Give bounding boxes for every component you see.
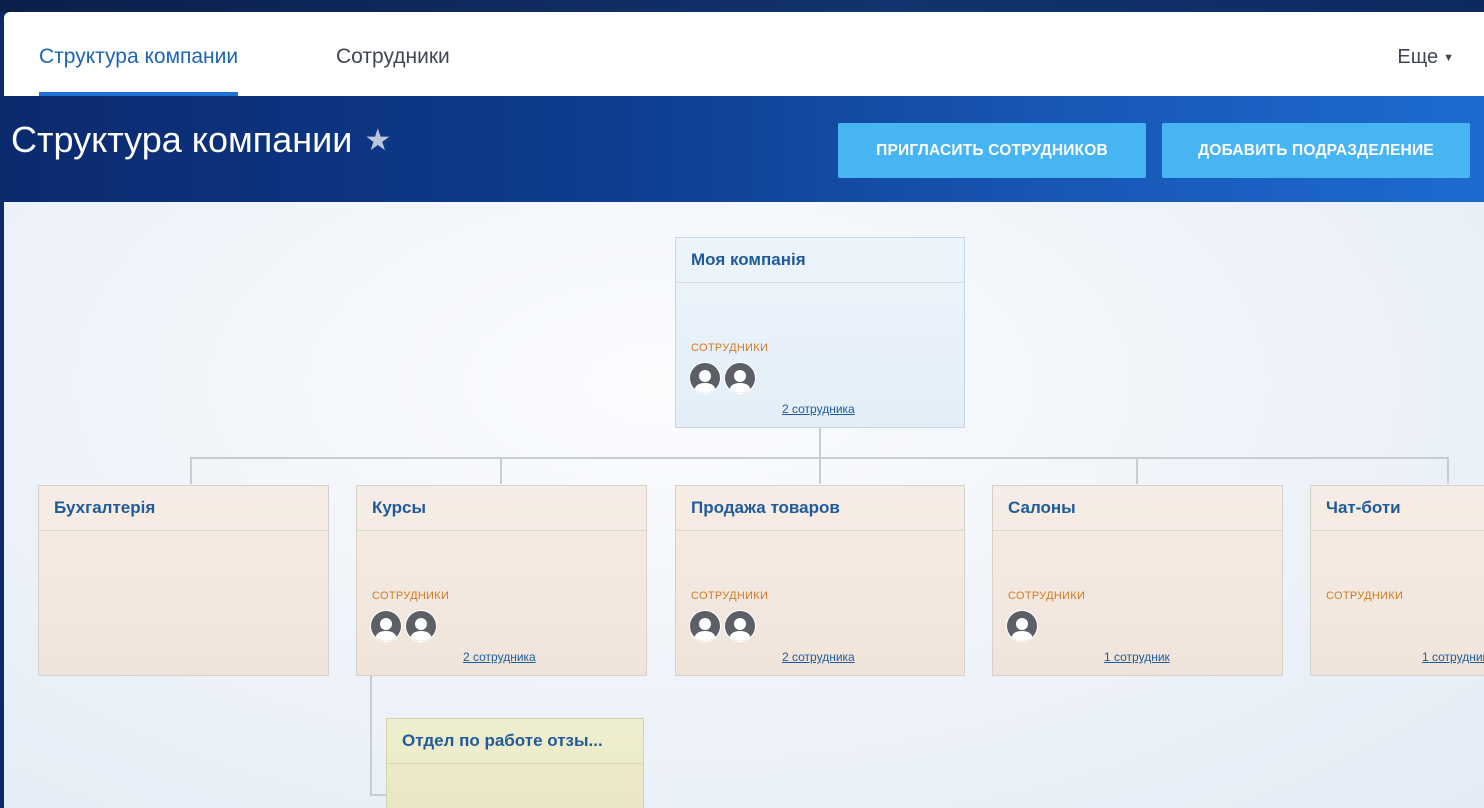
tab-company-structure[interactable]: Структура компании xyxy=(39,12,239,96)
employee-avatars xyxy=(689,610,759,642)
department-card[interactable]: Курсы СОТРУДНИКИ 2 сотрудника xyxy=(356,485,647,676)
more-menu-button[interactable]: Еще ▼ xyxy=(1397,12,1454,96)
department-card-root[interactable]: Моя компанія СОТРУДНИКИ 2 сотрудника xyxy=(675,237,965,428)
user-avatar-icon[interactable] xyxy=(724,610,756,642)
connector-line xyxy=(370,676,372,796)
user-avatar-icon[interactable] xyxy=(689,610,721,642)
top-tabs-bar: Структура компании Сотрудники Еще ▼ xyxy=(4,12,1484,96)
department-title[interactable]: Бухгалтерія xyxy=(39,486,328,531)
invite-employees-button[interactable]: ПРИГЛАСИТЬ СОТРУДНИКОВ xyxy=(838,123,1146,178)
connector-line xyxy=(1136,457,1138,484)
connector-line xyxy=(190,457,192,484)
employee-count-link[interactable]: 2 сотрудника xyxy=(782,402,855,416)
star-icon[interactable]: ★ xyxy=(364,123,391,158)
caret-down-icon: ▼ xyxy=(1443,51,1454,64)
employees-label: СОТРУДНИКИ xyxy=(1008,590,1086,602)
connector-line xyxy=(370,794,386,796)
connector-line xyxy=(819,457,821,484)
employees-label: СОТРУДНИКИ xyxy=(372,590,450,602)
department-card[interactable]: Салоны СОТРУДНИКИ 1 сотрудник xyxy=(992,485,1283,676)
user-avatar-icon[interactable] xyxy=(724,362,756,394)
department-title[interactable]: Курсы xyxy=(357,486,646,531)
connector-line xyxy=(1447,457,1449,484)
employee-count-link[interactable]: 2 сотрудника xyxy=(463,650,536,664)
add-department-button[interactable]: ДОБАВИТЬ ПОДРАЗДЕЛЕНИЕ xyxy=(1162,123,1470,178)
department-title[interactable]: Моя компанія xyxy=(676,238,964,283)
page-title: Структура компании ★ xyxy=(11,119,391,161)
department-card[interactable]: Продажа товаров СОТРУДНИКИ 2 сотрудника xyxy=(675,485,965,676)
user-avatar-icon[interactable] xyxy=(1006,610,1038,642)
department-title[interactable]: Продажа товаров xyxy=(676,486,964,531)
connector-line xyxy=(819,428,821,458)
employees-label: СОТРУДНИКИ xyxy=(1326,590,1404,602)
employee-avatars xyxy=(1006,610,1041,642)
connector-line xyxy=(500,457,502,484)
page-header: Структура компании ★ ПРИГЛАСИТЬ СОТРУДНИ… xyxy=(0,96,1484,202)
employee-count-link[interactable]: 1 сотрудник xyxy=(1104,650,1170,664)
org-chart-canvas[interactable]: Моя компанія СОТРУДНИКИ 2 сотрудника Бух… xyxy=(4,202,1484,808)
department-title[interactable]: Салоны xyxy=(993,486,1282,531)
user-avatar-icon[interactable] xyxy=(370,610,402,642)
employees-label: СОТРУДНИКИ xyxy=(691,590,769,602)
department-card[interactable]: Чат-боти СОТРУДНИКИ 1 сотрудник xyxy=(1310,485,1484,676)
employee-count-link[interactable]: 2 сотрудника xyxy=(782,650,855,664)
employee-count-link[interactable]: 1 сотрудник xyxy=(1422,650,1484,664)
department-title[interactable]: Отдел по работе отзы... xyxy=(387,719,643,764)
window-top-strip xyxy=(0,0,1484,12)
page-title-text: Структура компании xyxy=(11,119,353,160)
department-title[interactable]: Чат-боти xyxy=(1311,486,1484,531)
more-label: Еще xyxy=(1397,46,1439,68)
subdepartment-card[interactable]: Отдел по работе отзы... xyxy=(386,718,644,808)
department-card[interactable]: Бухгалтерія xyxy=(38,485,329,676)
tab-employees[interactable]: Сотрудники xyxy=(336,12,450,96)
employee-avatars xyxy=(689,362,759,394)
employee-avatars xyxy=(370,610,440,642)
user-avatar-icon[interactable] xyxy=(689,362,721,394)
employees-label: СОТРУДНИКИ xyxy=(691,342,769,354)
user-avatar-icon[interactable] xyxy=(405,610,437,642)
